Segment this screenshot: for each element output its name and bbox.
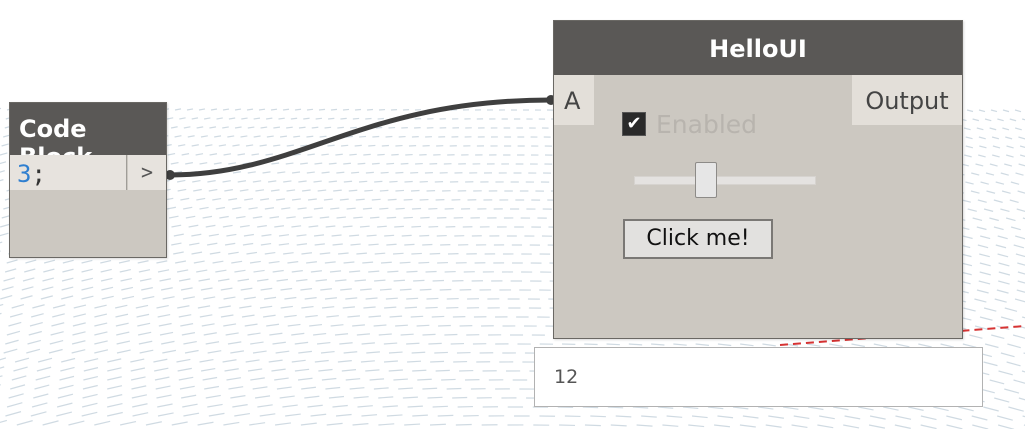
click-me-button[interactable]: Click me! — [623, 219, 773, 259]
output-port[interactable]: Output — [852, 75, 962, 125]
code-block-node[interactable]: Code Block 3; > — [9, 102, 167, 258]
code-block-title[interactable]: Code Block — [10, 103, 166, 171]
code-number: 3 — [17, 160, 32, 188]
code-terminator: ; — [31, 160, 46, 188]
slider-track[interactable] — [634, 176, 816, 185]
preview-value: 12 — [554, 366, 579, 388]
helloui-title[interactable]: HelloUI — [554, 21, 962, 75]
input-port-a[interactable]: A — [554, 75, 594, 125]
helloui-node[interactable]: HelloUI A Output ✔ Enabled Click me! — [553, 20, 963, 339]
enabled-checkbox-row: ✔ Enabled — [622, 109, 757, 139]
checkmark-icon: ✔ — [626, 113, 642, 134]
code-block-row: 3; > — [10, 155, 166, 191]
code-block-output-port[interactable]: > — [128, 155, 166, 190]
code-editor[interactable]: 3; — [10, 155, 127, 190]
enabled-checkbox[interactable]: ✔ — [622, 112, 646, 136]
preview-bubble: 12 — [534, 347, 983, 407]
enabled-label: Enabled — [656, 109, 758, 139]
slider-thumb[interactable] — [695, 162, 717, 198]
